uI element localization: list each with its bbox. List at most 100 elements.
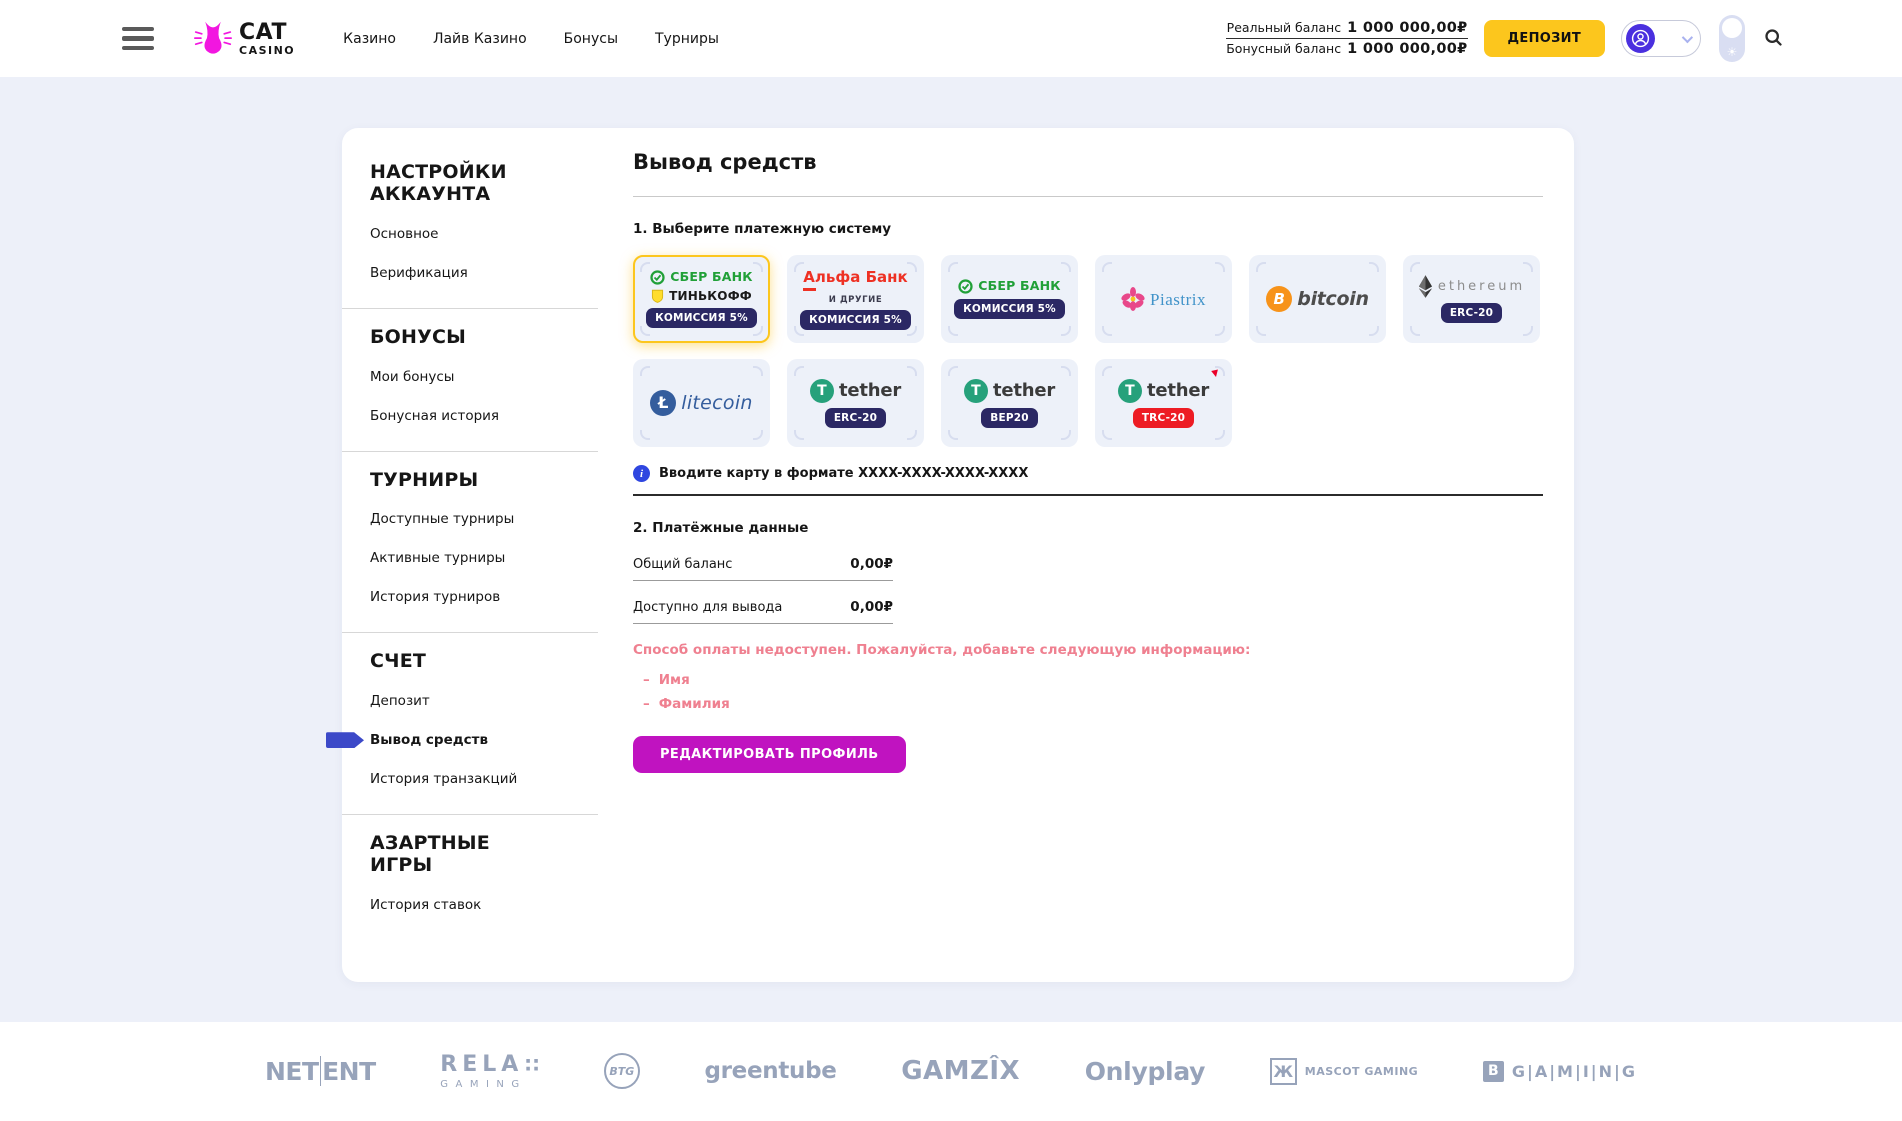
litecoin-coin-icon: Ł: [650, 390, 676, 416]
hamburger-menu-icon[interactable]: [122, 27, 154, 51]
tinkoff-label: ТИНЬКОФФ: [669, 290, 752, 302]
real-balance-label: Реальный баланс: [1227, 20, 1341, 35]
tile-corner-mark: [1410, 326, 1420, 336]
avatar: [1626, 24, 1655, 53]
payment-method-tile[interactable]: СБЕР БАНК ТИНЬКОФФ КОМИССИЯ 5%: [633, 255, 770, 343]
sber-logo: СБЕР БАНК: [650, 270, 752, 285]
btg-badge-icon: BTG: [604, 1053, 640, 1089]
balance-summary: Общий баланс 0,00₽ Доступно для вывода 0…: [633, 556, 893, 624]
bitcoin-label: bitcoin: [1297, 290, 1368, 309]
warning-item-text: Имя: [659, 672, 690, 688]
relax-sub: GAMING: [440, 1079, 526, 1090]
logo-line-2: CASINO: [239, 45, 295, 56]
bitcoin-logo: B bitcoin: [1266, 286, 1368, 312]
nav-link[interactable]: Турниры: [655, 31, 719, 47]
site-logo[interactable]: CAT CASINO: [194, 19, 295, 59]
search-button[interactable]: [1761, 25, 1786, 53]
sidebar-item[interactable]: Мои бонусы: [370, 369, 598, 385]
tile-corner-mark: [640, 366, 650, 376]
card-format-text: Вводите карту в формате XXXX-XXXX-XXXX-X…: [659, 466, 1028, 481]
provider-logo-gamzix: GAMZÎX: [901, 1056, 1020, 1086]
sidebar-item[interactable]: История транзакций: [370, 771, 598, 787]
payment-method-tile[interactable]: Piastrix: [1095, 255, 1232, 343]
payment-method-tile[interactable]: ethereum ERC-20: [1403, 255, 1540, 343]
warning-text: Способ оплаты недоступен. Пожалуйста, до…: [633, 642, 1543, 658]
step2-label: 2. Платёжные данные: [633, 520, 1543, 536]
sidebar-item[interactable]: История ставок: [370, 897, 598, 913]
tile-corner-mark: [1410, 262, 1420, 272]
payment-method-logo: Альфа Банк И ДРУГИЕ: [803, 268, 907, 305]
provider-logo-relax-gaming: RELA ∷ GAMING: [440, 1052, 539, 1090]
payment-method-logo: T tether: [964, 379, 1055, 403]
payment-warning: Способ оплаты недоступен. Пожалуйста, до…: [633, 642, 1543, 712]
payment-method-logo: T tether: [810, 379, 901, 403]
tile-corner-mark: [1256, 326, 1266, 336]
tile-corner-mark: [640, 430, 650, 440]
alfa-bank-sublabel: И ДРУГИЕ: [829, 295, 883, 305]
tether-logo: T tether: [964, 379, 1055, 403]
tinkoff-logo: ТИНЬКОФФ: [651, 289, 752, 303]
payment-method-tile[interactable]: Ł litecoin: [633, 359, 770, 447]
sidebar-item[interactable]: Активные турниры: [370, 550, 598, 566]
sidebar-item[interactable]: Вывод средств: [370, 732, 598, 748]
real-balance-value: 1 000 000,00₽: [1347, 20, 1467, 36]
sidebar-item[interactable]: Бонусная история: [370, 408, 598, 424]
tile-corner-mark: [1523, 262, 1533, 272]
tile-corner-mark: [1369, 262, 1379, 272]
theme-toggle[interactable]: ☀: [1719, 15, 1745, 62]
gamzix-label: GAMZÎX: [901, 1056, 1020, 1086]
litecoin-label: litecoin: [681, 394, 753, 413]
page-title: Вывод средств: [633, 150, 1543, 174]
edit-profile-button[interactable]: РЕДАКТИРОВАТЬ ПРОФИЛЬ: [633, 736, 906, 773]
sidebar-item-label: История турниров: [370, 589, 500, 605]
tile-corner-mark: [1215, 430, 1225, 440]
tether-label: tether: [839, 382, 901, 400]
tile-corner-mark: [1215, 262, 1225, 272]
sidebar-item[interactable]: Верификация: [370, 265, 598, 281]
balance-summary-row: Доступно для вывода 0,00₽: [633, 599, 893, 624]
warning-bullet: –: [643, 696, 650, 712]
nav-link[interactable]: Лайв Казино: [433, 31, 527, 47]
payment-method-tile[interactable]: T tether ▼ TRC-20: [1095, 359, 1232, 447]
sidebar-item[interactable]: История турниров: [370, 589, 598, 605]
sidebar-item-label: Активные турниры: [370, 550, 505, 566]
account-menu[interactable]: [1621, 20, 1701, 57]
payment-method-tile[interactable]: B bitcoin: [1249, 255, 1386, 343]
tile-corner-mark: [907, 430, 917, 440]
tile-corner-mark: [948, 366, 958, 376]
nav-link[interactable]: Бонусы: [564, 31, 618, 47]
title-divider: [633, 196, 1543, 197]
tile-corner-mark: [1061, 430, 1071, 440]
sber-label: СБЕР БАНК: [978, 280, 1060, 293]
payment-method-badge: BEP20: [981, 408, 1037, 428]
relax-name: RELA: [440, 1052, 523, 1077]
balance-row-label: Доступно для вывода: [633, 600, 782, 615]
tile-corner-mark: [948, 326, 958, 336]
sidebar-item[interactable]: Депозит: [370, 693, 598, 709]
bonus-balance-label: Бонусный баланс: [1226, 41, 1341, 56]
sidebar-item[interactable]: Основное: [370, 226, 598, 242]
sidebar-section: АЗАРТНЫЕ ИГРЫ История ставок: [342, 814, 598, 940]
sidebar-item[interactable]: Доступные турниры: [370, 511, 598, 527]
nav-link[interactable]: Казино: [343, 31, 396, 47]
sidebar-section-heading: НАСТРОЙКИ АККАУНТА: [370, 162, 550, 206]
tether-label: tether: [1147, 382, 1209, 400]
sidebar-section-heading: АЗАРТНЫЕ ИГРЫ: [370, 833, 550, 877]
provider-logo-mascot-gaming: Ж MASCOT GAMING: [1270, 1058, 1418, 1085]
tinkoff-shield-icon: [651, 289, 664, 303]
provider-logo-btg: BTG: [604, 1053, 640, 1089]
netent-part2: ENT: [322, 1057, 376, 1086]
info-icon: i: [633, 465, 650, 482]
search-icon: [1763, 27, 1784, 48]
bonus-balance-row: Бонусный баланс 1 000 000,00₽: [1226, 38, 1467, 59]
balance-row-value: 0,00₽: [850, 599, 893, 615]
alfa-bank-label: Альфа Банк: [803, 268, 907, 291]
payment-method-tile[interactable]: Альфа Банк И ДРУГИЕ КОМИССИЯ 5%: [787, 255, 924, 343]
warning-bullet: –: [643, 672, 650, 688]
tile-corner-mark: [1256, 262, 1266, 272]
payment-method-tile[interactable]: T tether ERC-20: [787, 359, 924, 447]
payment-method-tile[interactable]: T tether BEP20: [941, 359, 1078, 447]
deposit-button[interactable]: ДЕПОЗИТ: [1484, 20, 1605, 57]
tile-corner-mark: [907, 262, 917, 272]
payment-method-tile[interactable]: СБЕР БАНК КОМИССИЯ 5%: [941, 255, 1078, 343]
